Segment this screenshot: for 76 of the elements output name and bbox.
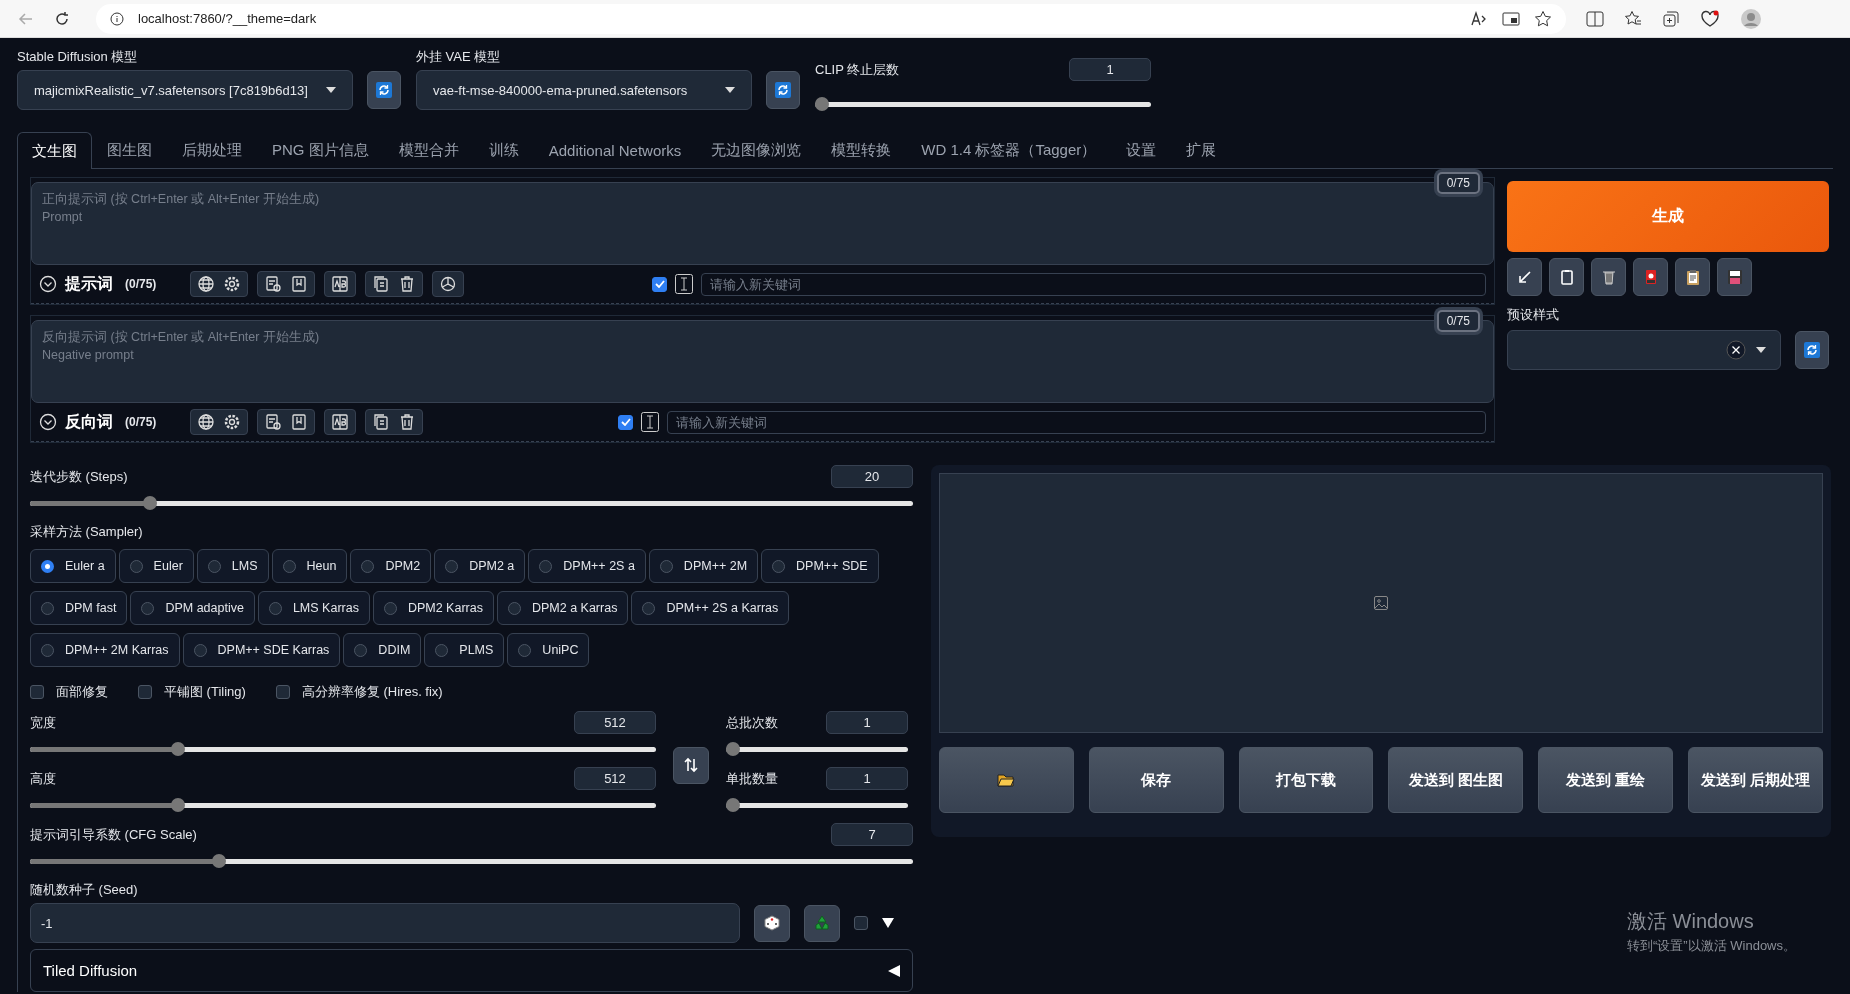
clip-skip-label: CLIP 终止层数 bbox=[815, 60, 900, 79]
prompt-label: 反向词 bbox=[65, 411, 113, 432]
clip-skip-field[interactable]: 1 bbox=[1069, 58, 1151, 81]
token-count: (0/75) bbox=[125, 415, 157, 429]
sampler-option[interactable]: DPM++ SDE Karras bbox=[182, 633, 341, 667]
cfg-label: 提示词引导系数 (CFG Scale) bbox=[30, 825, 197, 844]
accordion-title: Tiled Diffusion bbox=[43, 962, 138, 979]
token-counter: 0/75 bbox=[1436, 310, 1480, 332]
token-count: (0/75) bbox=[125, 277, 157, 291]
tab[interactable]: 图生图 bbox=[92, 132, 167, 168]
activation-title: 激活 Windows bbox=[1627, 909, 1755, 934]
sampler-option[interactable]: DDIM bbox=[343, 633, 422, 667]
sampler-option[interactable]: Heun bbox=[271, 549, 348, 583]
checkpoint-label: Stable Diffusion 模型 bbox=[17, 48, 139, 66]
vae-dropdown[interactable]: vae-ft-mse-840000-ema-pruned.safetensors bbox=[416, 70, 752, 110]
option-checkbox[interactable]: 高分辨率修复 (Hires. fix) bbox=[275, 683, 443, 701]
gallery-button[interactable]: 打包下载 bbox=[1238, 747, 1374, 813]
sampler-option[interactable]: DPM2 Karras bbox=[372, 591, 494, 625]
sampler-option[interactable]: DPM2 a bbox=[434, 549, 526, 583]
address-bar[interactable]: localhost:7860/?__theme=dark bbox=[96, 3, 1566, 34]
sampler-option[interactable]: LMS bbox=[196, 549, 269, 583]
batch-count-label: 总批次数 bbox=[726, 713, 778, 732]
tab[interactable]: 训练 bbox=[473, 132, 534, 168]
sampler-label: 采样方法 (Sampler) bbox=[30, 523, 144, 541]
sampler-option[interactable]: DPM++ 2S a bbox=[528, 549, 646, 583]
tab[interactable]: Additional Networks bbox=[533, 132, 697, 168]
batch-size-field[interactable]: 1 bbox=[826, 767, 908, 790]
sampler-option[interactable]: PLMS bbox=[424, 633, 505, 667]
sampler-option[interactable]: DPM2 a Karras bbox=[496, 591, 629, 625]
sampler-option[interactable]: UniPC bbox=[507, 633, 590, 667]
seed-field[interactable]: -1 bbox=[30, 903, 740, 943]
steps-label: 迭代步数 (Steps) bbox=[30, 467, 128, 486]
sampler-option[interactable]: DPM++ 2M Karras bbox=[30, 633, 180, 667]
tab[interactable]: 文生图 bbox=[17, 132, 92, 169]
tab[interactable]: 扩展 bbox=[1171, 132, 1232, 168]
tab[interactable]: 无边图像浏览 bbox=[696, 132, 817, 168]
tab[interactable]: 模型转换 bbox=[816, 132, 907, 168]
steps-field[interactable]: 20 bbox=[831, 465, 913, 488]
cfg-field[interactable]: 7 bbox=[831, 823, 913, 846]
seed-label: 随机数种子 (Seed) bbox=[30, 881, 139, 899]
tab[interactable]: 设置 bbox=[1111, 132, 1172, 168]
token-counter: 0/75 bbox=[1436, 172, 1480, 194]
keyword-field[interactable]: 请输入新关键词 bbox=[701, 272, 1486, 296]
sampler-option[interactable]: DPM++ SDE bbox=[761, 549, 879, 583]
vae-label: 外挂 VAE 模型 bbox=[416, 48, 502, 66]
width-field[interactable]: 512 bbox=[574, 711, 656, 734]
gallery-button[interactable]: 发送到 后期处理 bbox=[1688, 747, 1823, 813]
option-checkbox[interactable]: 面部修复 bbox=[30, 683, 108, 701]
sampler-option[interactable]: DPM fast bbox=[30, 591, 128, 625]
sampler-option[interactable]: Euler bbox=[118, 549, 194, 583]
sampler-option[interactable]: DPM++ 2M bbox=[648, 549, 759, 583]
height-label: 高度 bbox=[30, 769, 56, 788]
gallery-button[interactable]: 保存 bbox=[1088, 747, 1224, 813]
sampler-option[interactable]: DPM2 bbox=[350, 549, 432, 583]
url-text: localhost:7860/?__theme=dark bbox=[138, 11, 317, 26]
tab[interactable]: WD 1.4 标签器（Tagger） bbox=[906, 132, 1112, 168]
checkpoint-dropdown[interactable]: majicmixRealistic_v7.safetensors [7c819b6d13] bbox=[17, 70, 353, 110]
tab[interactable]: PNG 图片信息 bbox=[257, 132, 384, 168]
sampler-option[interactable]: LMS Karras bbox=[257, 591, 370, 625]
batch-size-label: 单批数量 bbox=[726, 769, 778, 788]
accordion-header[interactable]: Tiled Diffusion bbox=[30, 949, 913, 992]
activation-text: 转到“设置”以激活 Windows。 bbox=[1627, 937, 1796, 955]
sampler-option[interactable]: DPM++ 2S a Karras bbox=[631, 591, 790, 625]
gallery-button[interactable]: 发送到 图生图 bbox=[1388, 747, 1524, 813]
styles-label: 预设样式 bbox=[1507, 306, 1560, 324]
height-field[interactable]: 512 bbox=[574, 767, 656, 790]
keyword-field[interactable]: 请输入新关键词 bbox=[667, 410, 1486, 434]
tab[interactable]: 模型合并 bbox=[383, 132, 474, 168]
width-label: 宽度 bbox=[30, 713, 56, 732]
prompt-label: 提示词 bbox=[65, 273, 113, 294]
tab[interactable]: 后期处理 bbox=[167, 132, 257, 168]
sampler-option[interactable]: DPM adaptive bbox=[130, 591, 255, 625]
gallery-button[interactable]: 发送到 重绘 bbox=[1538, 747, 1674, 813]
batch-count-field[interactable]: 1 bbox=[826, 711, 908, 734]
option-checkbox[interactable]: 平铺图 (Tiling) bbox=[138, 683, 246, 701]
sampler-option[interactable]: Euler a bbox=[30, 549, 116, 583]
